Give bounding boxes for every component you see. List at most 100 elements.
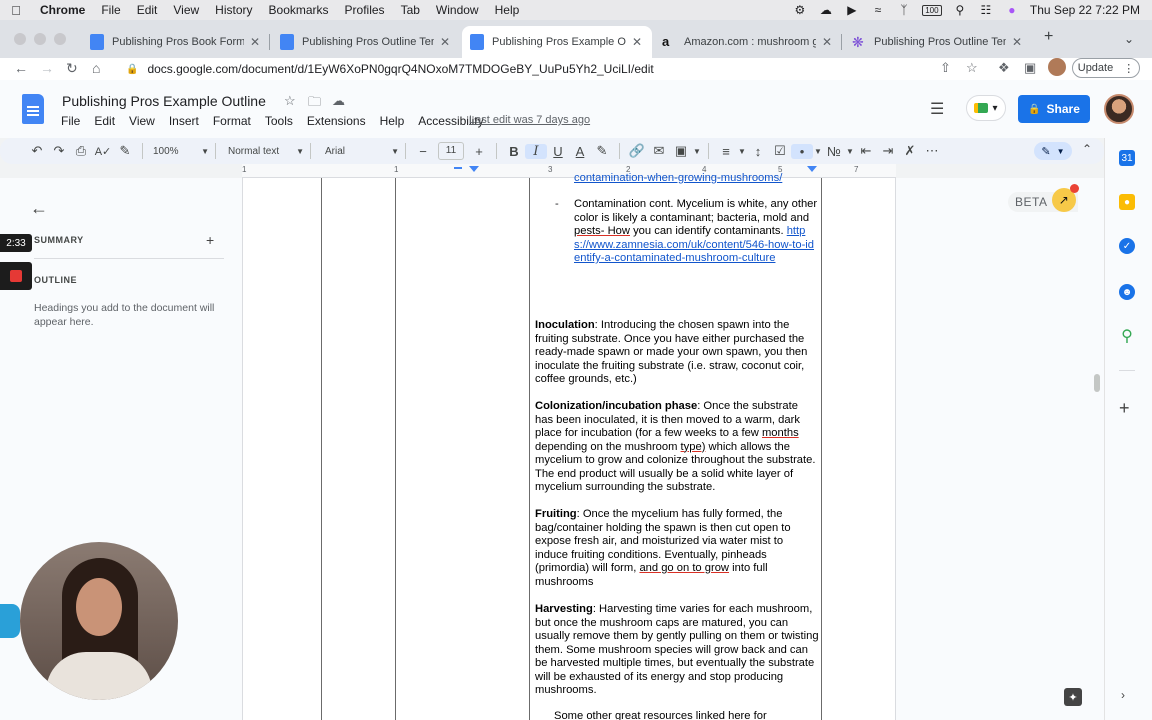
highlight-icon[interactable]: ✎ (591, 143, 613, 159)
stop-recording-button[interactable] (0, 262, 32, 290)
cloud-status-icon[interactable]: ☁ (332, 93, 345, 109)
get-addons-icon[interactable]: + (1119, 398, 1130, 419)
font-size-input[interactable]: 11 (438, 142, 464, 160)
decrease-font-size-icon[interactable]: − (412, 144, 434, 159)
menu-file[interactable]: File (54, 114, 87, 128)
undo-icon[interactable]: ↶ (26, 143, 48, 159)
spellcheck-icon[interactable]: A✓ (92, 145, 114, 158)
comment-history-icon[interactable]: ☰ (930, 99, 944, 119)
wifi-icon[interactable]: ≈ (870, 3, 886, 17)
line-spacing-icon[interactable]: ↕ (747, 144, 769, 159)
profile-avatar[interactable] (1048, 58, 1066, 76)
checklist-icon[interactable]: ☑ (769, 143, 791, 159)
style-select[interactable]: Normal text ▼ (222, 146, 304, 157)
browser-tab[interactable]: a Amazon.com : mushroom grow ✕ (654, 26, 842, 58)
zoom-select[interactable]: 100% ▼ (149, 146, 209, 157)
more-options-icon[interactable]: ⋯ (921, 143, 943, 159)
browser-tab[interactable]: ❋ Publishing Pros Outline Templ ✕ (844, 26, 1032, 58)
document-page[interactable]: contamination-when-growing-mushrooms/ - … (242, 172, 896, 720)
update-button[interactable]: Update ⋮ (1072, 58, 1140, 78)
browser-tab[interactable]: Publishing Pros Outline Templ ✕ (272, 26, 460, 58)
menubar-window[interactable]: Window (428, 3, 487, 17)
add-comment-icon[interactable]: ✉ (648, 143, 670, 159)
url-text[interactable]: docs.google.com/document/d/1EyW6XoPN0gqr… (147, 62, 653, 76)
menubar-clock[interactable]: Thu Sep 22 7:22 PM (1030, 3, 1140, 17)
close-tab-icon[interactable]: ✕ (438, 35, 452, 49)
siri-icon[interactable]: ● (1004, 3, 1020, 17)
home-icon[interactable]: ⌂ (92, 60, 100, 76)
inoculation-paragraph[interactable]: Inoculation: Introducing the chosen spaw… (535, 319, 819, 387)
gear-icon[interactable]: ⚙ (792, 3, 808, 17)
webcam-side-tab[interactable] (0, 604, 20, 638)
docs-logo-icon[interactable] (22, 94, 44, 124)
reload-icon[interactable]: ↻ (66, 60, 78, 77)
chevron-right-icon[interactable]: › (1121, 688, 1125, 702)
italic-icon[interactable]: I (525, 143, 547, 159)
back-arrow-icon[interactable]: ← (30, 198, 48, 219)
menu-format[interactable]: Format (206, 114, 258, 128)
move-folder-icon[interactable]: 🗀 (308, 93, 321, 115)
tab-search-chevron-icon[interactable]: ⌄ (1124, 32, 1134, 46)
decrease-indent-icon[interactable]: ⇤ (855, 143, 877, 159)
document-title[interactable]: Publishing Pros Example Outline (62, 93, 266, 109)
menu-extensions[interactable]: Extensions (300, 114, 373, 128)
underline-icon[interactable]: U (547, 144, 569, 159)
chevron-down-icon[interactable]: ▼ (845, 147, 855, 156)
star-icon[interactable]: ☆ (284, 93, 296, 109)
close-window-button[interactable] (14, 33, 26, 45)
control-center-icon[interactable]: ☷ (978, 3, 994, 17)
print-icon[interactable]: ⎙ (70, 143, 92, 159)
menubar-bookmarks[interactable]: Bookmarks (261, 3, 337, 17)
keep-icon[interactable]: ● (1119, 194, 1135, 210)
menubar-app-name[interactable]: Chrome (32, 3, 93, 17)
menu-help[interactable]: Help (373, 114, 412, 128)
beta-extension-badge[interactable]: BETA ↗ (1008, 184, 1079, 212)
redo-icon[interactable]: ↷ (48, 143, 70, 159)
lock-icon[interactable]: 🔒 (126, 64, 138, 75)
forward-icon[interactable]: → (40, 60, 54, 76)
align-left-icon[interactable]: ≡ (715, 144, 737, 159)
chevron-down-icon[interactable]: ▼ (737, 147, 747, 156)
close-tab-icon[interactable]: ✕ (630, 35, 644, 49)
contamination-bullet[interactable]: Contamination cont. Mycelium is white, a… (574, 198, 818, 266)
menu-tools[interactable]: Tools (258, 114, 300, 128)
harvesting-paragraph[interactable]: Harvesting: Harvesting time varies for e… (535, 603, 819, 698)
menubar-edit[interactable]: Edit (129, 3, 166, 17)
menubar-history[interactable]: History (207, 3, 260, 17)
chevron-down-icon[interactable]: ▼ (813, 147, 823, 156)
menu-view[interactable]: View (122, 114, 162, 128)
numbered-list-icon[interactable]: № (823, 144, 845, 159)
insert-link-icon[interactable]: 🔗 (626, 143, 648, 159)
back-icon[interactable]: ← (14, 60, 28, 76)
insert-image-icon[interactable]: ▣ (670, 143, 692, 159)
contacts-icon[interactable]: ☻ (1119, 284, 1135, 300)
extensions-puzzle-icon[interactable]: ❖ (998, 60, 1010, 76)
maps-icon[interactable]: ⚲ (1119, 328, 1135, 345)
bold-icon[interactable]: B (503, 144, 525, 159)
fruiting-paragraph[interactable]: Fruiting: Once the mycelium has fully fo… (535, 508, 819, 589)
menubar-view[interactable]: View (165, 3, 207, 17)
chevron-down-icon[interactable]: ▼ (692, 147, 702, 156)
browser-tab[interactable]: Publishing Pros Book Format G ✕ (82, 26, 270, 58)
menubar-tab[interactable]: Tab (393, 3, 428, 17)
minimize-window-button[interactable] (34, 33, 46, 45)
increase-indent-icon[interactable]: ⇥ (877, 143, 899, 159)
editing-mode-button[interactable]: ✎ ▼ (1034, 142, 1072, 160)
tasks-icon[interactable]: ✓ (1119, 238, 1135, 254)
first-line-indent-marker[interactable] (454, 167, 462, 169)
menubar-file[interactable]: File (93, 3, 128, 17)
browser-tab-active[interactable]: Publishing Pros Example Outlin ✕ (462, 26, 652, 58)
left-indent-marker[interactable] (469, 166, 479, 172)
webcam-overlay[interactable] (20, 542, 178, 700)
clear-formatting-icon[interactable]: ✗ (899, 143, 921, 159)
share-page-icon[interactable]: ⇧ (940, 60, 951, 76)
bulleted-list-icon[interactable]: • (791, 143, 813, 159)
close-tab-icon[interactable]: ✕ (248, 35, 262, 49)
resources-paragraph[interactable]: Some other great resources linked here f… (554, 710, 818, 720)
explore-icon[interactable]: ✦ (1064, 688, 1082, 706)
menubar-profiles[interactable]: Profiles (337, 3, 393, 17)
search-icon[interactable]: ⚲ (952, 3, 968, 17)
calendar-icon[interactable]: 31 (1119, 150, 1135, 166)
last-edit-link[interactable]: Last edit was 7 days ago (469, 114, 590, 126)
menu-insert[interactable]: Insert (162, 114, 206, 128)
